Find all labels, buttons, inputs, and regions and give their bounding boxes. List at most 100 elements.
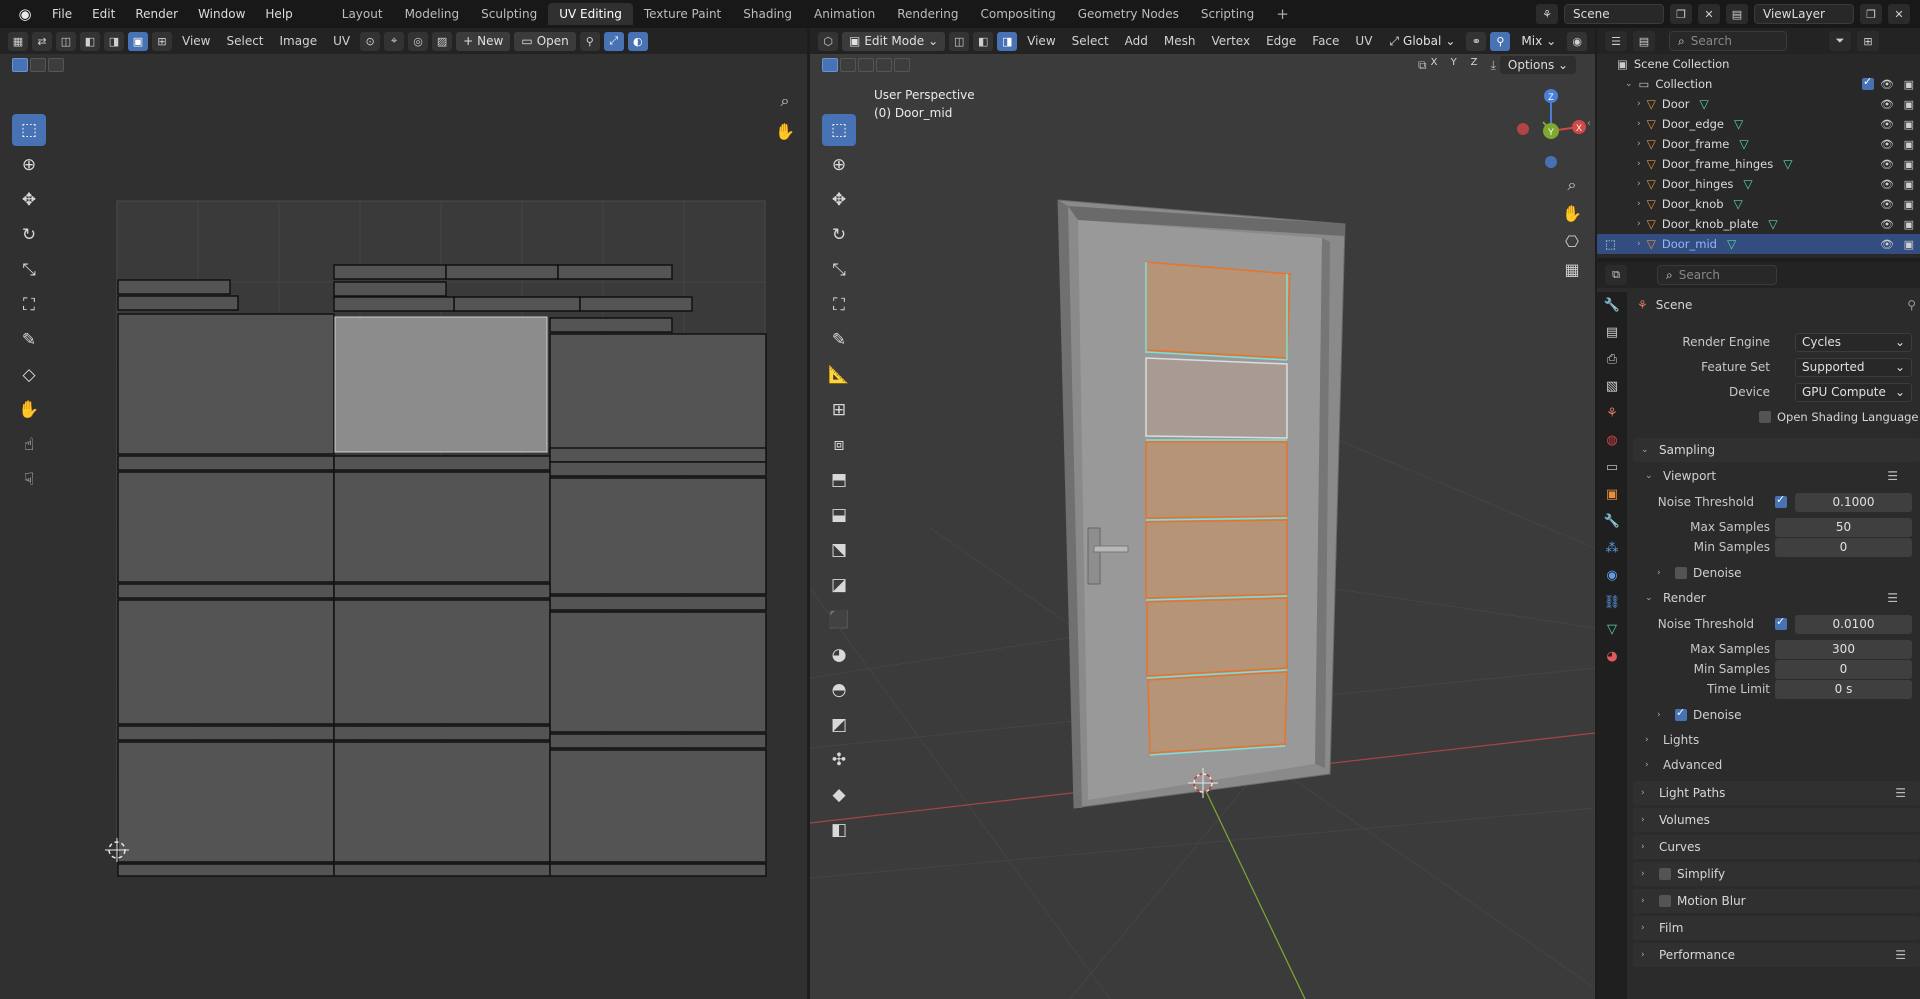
- sidebar-toggle-icon[interactable]: ‹: [1587, 118, 1595, 132]
- render-tab-icon[interactable]: ▤: [1597, 319, 1627, 346]
- material-tab-icon[interactable]: ◕: [1597, 643, 1627, 670]
- simplify-checkbox[interactable]: [1659, 868, 1671, 880]
- r-denoise-subpanel[interactable]: › Denoise: [1657, 704, 1912, 726]
- expand-icon[interactable]: ›: [1637, 219, 1641, 229]
- particles-tab-icon[interactable]: ⁂: [1597, 535, 1627, 562]
- viewport-canvas[interactable]: Z X Y: [810, 28, 1595, 999]
- new-collection-icon[interactable]: ⊞: [1857, 31, 1879, 51]
- menu-render[interactable]: Render: [125, 0, 188, 28]
- world-tab-icon[interactable]: ◍: [1597, 427, 1627, 454]
- remove-scene-icon[interactable]: ✕: [1698, 4, 1720, 24]
- mesh-data-icon[interactable]: ▽: [1734, 197, 1743, 211]
- outliner-editor-icon[interactable]: ☰: [1605, 31, 1627, 51]
- advanced-subpanel[interactable]: › Advanced: [1645, 754, 1912, 776]
- properties-search[interactable]: ⌕ Search: [1657, 265, 1777, 285]
- collection-checkbox[interactable]: [1862, 75, 1874, 90]
- motion-blur-panel[interactable]: › Motion Blur: [1633, 889, 1920, 913]
- visibility-eye-icon[interactable]: 👁: [1880, 118, 1894, 131]
- collection-chevron-icon[interactable]: ⌄: [1625, 79, 1633, 89]
- curves-panel[interactable]: › Curves: [1633, 835, 1920, 859]
- vp-min-samples-field[interactable]: 0: [1775, 537, 1912, 557]
- render-camera-icon[interactable]: ▣: [1904, 138, 1914, 151]
- mesh-data-icon[interactable]: ▽: [1739, 137, 1748, 151]
- render-presets-list-icon[interactable]: ☰: [1887, 591, 1898, 605]
- constraints-tab-icon[interactable]: ⛓: [1597, 589, 1627, 616]
- scene-icon[interactable]: ⚘: [1536, 4, 1558, 24]
- visibility-eye-icon[interactable]: 👁: [1880, 138, 1894, 151]
- light-paths-presets-icon[interactable]: ☰: [1895, 786, 1906, 800]
- new-view-layer-icon[interactable]: ❐: [1860, 4, 1882, 24]
- mesh-data-icon[interactable]: ▽: [1783, 157, 1792, 171]
- vp-zoom-icon[interactable]: ⌕: [1559, 172, 1585, 198]
- physics-tab-icon[interactable]: ◉: [1597, 562, 1627, 589]
- osl-checkbox[interactable]: [1759, 411, 1771, 423]
- collection-row[interactable]: ⌄ ▭ Collection 👁 ▣: [1597, 74, 1920, 94]
- motion-blur-checkbox[interactable]: [1659, 895, 1671, 907]
- tab-texture-paint[interactable]: Texture Paint: [633, 3, 732, 25]
- perspective-toggle-icon[interactable]: ▦: [1559, 256, 1585, 282]
- collection-camera-icon[interactable]: ▣: [1904, 78, 1914, 91]
- tab-uv-editing[interactable]: UV Editing: [548, 3, 633, 25]
- tab-sculpting[interactable]: Sculpting: [470, 3, 548, 25]
- lights-subpanel[interactable]: › Lights: [1645, 729, 1912, 751]
- menu-file[interactable]: File: [42, 0, 82, 28]
- remove-view-layer-icon[interactable]: ✕: [1888, 4, 1910, 24]
- scene-tab-icon[interactable]: ⚘: [1597, 400, 1627, 427]
- volumes-panel[interactable]: › Volumes: [1633, 808, 1920, 832]
- view-layer-field[interactable]: ViewLayer: [1754, 4, 1854, 24]
- view-layer-icon[interactable]: ▤: [1726, 4, 1748, 24]
- visibility-eye-icon[interactable]: 👁: [1880, 198, 1894, 211]
- mesh-data-icon[interactable]: ▽: [1700, 97, 1709, 111]
- expand-icon[interactable]: ›: [1637, 199, 1641, 209]
- menu-help[interactable]: Help: [255, 0, 302, 28]
- visibility-eye-icon[interactable]: 👁: [1880, 98, 1894, 111]
- mesh-data-icon[interactable]: ▽: [1743, 177, 1752, 191]
- osl-row[interactable]: Open Shading Language: [1759, 407, 1920, 427]
- visibility-eye-icon[interactable]: 👁: [1880, 218, 1894, 231]
- object-tab-icon[interactable]: ▣: [1597, 481, 1627, 508]
- output-tab-icon[interactable]: ⎙: [1597, 346, 1627, 373]
- render-subpanel-header[interactable]: ⌄ Render ☰: [1645, 587, 1912, 609]
- uv-canvas[interactable]: [0, 28, 807, 999]
- menu-window[interactable]: Window: [188, 0, 255, 28]
- tab-animation[interactable]: Animation: [803, 3, 886, 25]
- mesh-data-icon[interactable]: ▽: [1727, 237, 1736, 251]
- outliner-item-door-frame[interactable]: › ▽ Door_frame ▽ 👁 ▣: [1597, 134, 1920, 154]
- vp-denoise-subpanel[interactable]: › Denoise: [1657, 562, 1912, 584]
- tab-shading[interactable]: Shading: [732, 3, 803, 25]
- tab-compositing[interactable]: Compositing: [969, 3, 1066, 25]
- new-scene-icon[interactable]: ❐: [1670, 4, 1692, 24]
- mesh-data-icon[interactable]: ▽: [1734, 117, 1743, 131]
- expand-icon[interactable]: ›: [1637, 239, 1641, 249]
- expand-icon[interactable]: ›: [1637, 139, 1641, 149]
- expand-icon[interactable]: ›: [1637, 99, 1641, 109]
- tab-scripting[interactable]: Scripting: [1190, 3, 1265, 25]
- vp-max-samples-field[interactable]: 50: [1775, 517, 1912, 537]
- viewport-subpanel-header[interactable]: ⌄ Viewport ☰: [1645, 465, 1912, 487]
- outliner-item-door-mid[interactable]: ⬚ › ▽ Door_mid ▽ 👁 ▣: [1597, 234, 1920, 254]
- time-limit-field[interactable]: 0 s: [1775, 679, 1912, 699]
- collection-eye-icon[interactable]: 👁: [1880, 78, 1894, 91]
- tool-tab-icon[interactable]: 🔧: [1597, 292, 1627, 319]
- r-denoise-checkbox[interactable]: [1675, 706, 1687, 721]
- expand-icon[interactable]: ›: [1637, 159, 1641, 169]
- vp-denoise-checkbox[interactable]: [1675, 567, 1687, 579]
- view-layer-tab-icon[interactable]: ▧: [1597, 373, 1627, 400]
- visibility-eye-icon[interactable]: 👁: [1880, 178, 1894, 191]
- tab-modeling[interactable]: Modeling: [394, 3, 471, 25]
- render-camera-icon[interactable]: ▣: [1904, 218, 1914, 231]
- properties-editor-icon[interactable]: ⧉: [1605, 265, 1627, 285]
- tab-layout[interactable]: Layout: [331, 3, 394, 25]
- performance-presets-icon[interactable]: ☰: [1895, 948, 1906, 962]
- scene-collection-row[interactable]: ▣ Scene Collection: [1597, 54, 1920, 74]
- light-paths-panel[interactable]: › Light Paths ☰: [1633, 781, 1920, 805]
- render-engine-dropdown[interactable]: Cycles ⌄: [1795, 332, 1912, 352]
- camera-view-icon[interactable]: ⎔: [1559, 228, 1585, 254]
- device-dropdown[interactable]: GPU Compute ⌄: [1795, 382, 1912, 402]
- expand-icon[interactable]: ›: [1637, 179, 1641, 189]
- vp-noise-threshold-field[interactable]: 0.1000: [1795, 492, 1912, 512]
- pin-context-icon[interactable]: ⚲: [1907, 298, 1916, 312]
- menu-edit[interactable]: Edit: [82, 0, 125, 28]
- tab-rendering[interactable]: Rendering: [886, 3, 969, 25]
- outliner-item-door-knob[interactable]: › ▽ Door_knob ▽ 👁 ▣: [1597, 194, 1920, 214]
